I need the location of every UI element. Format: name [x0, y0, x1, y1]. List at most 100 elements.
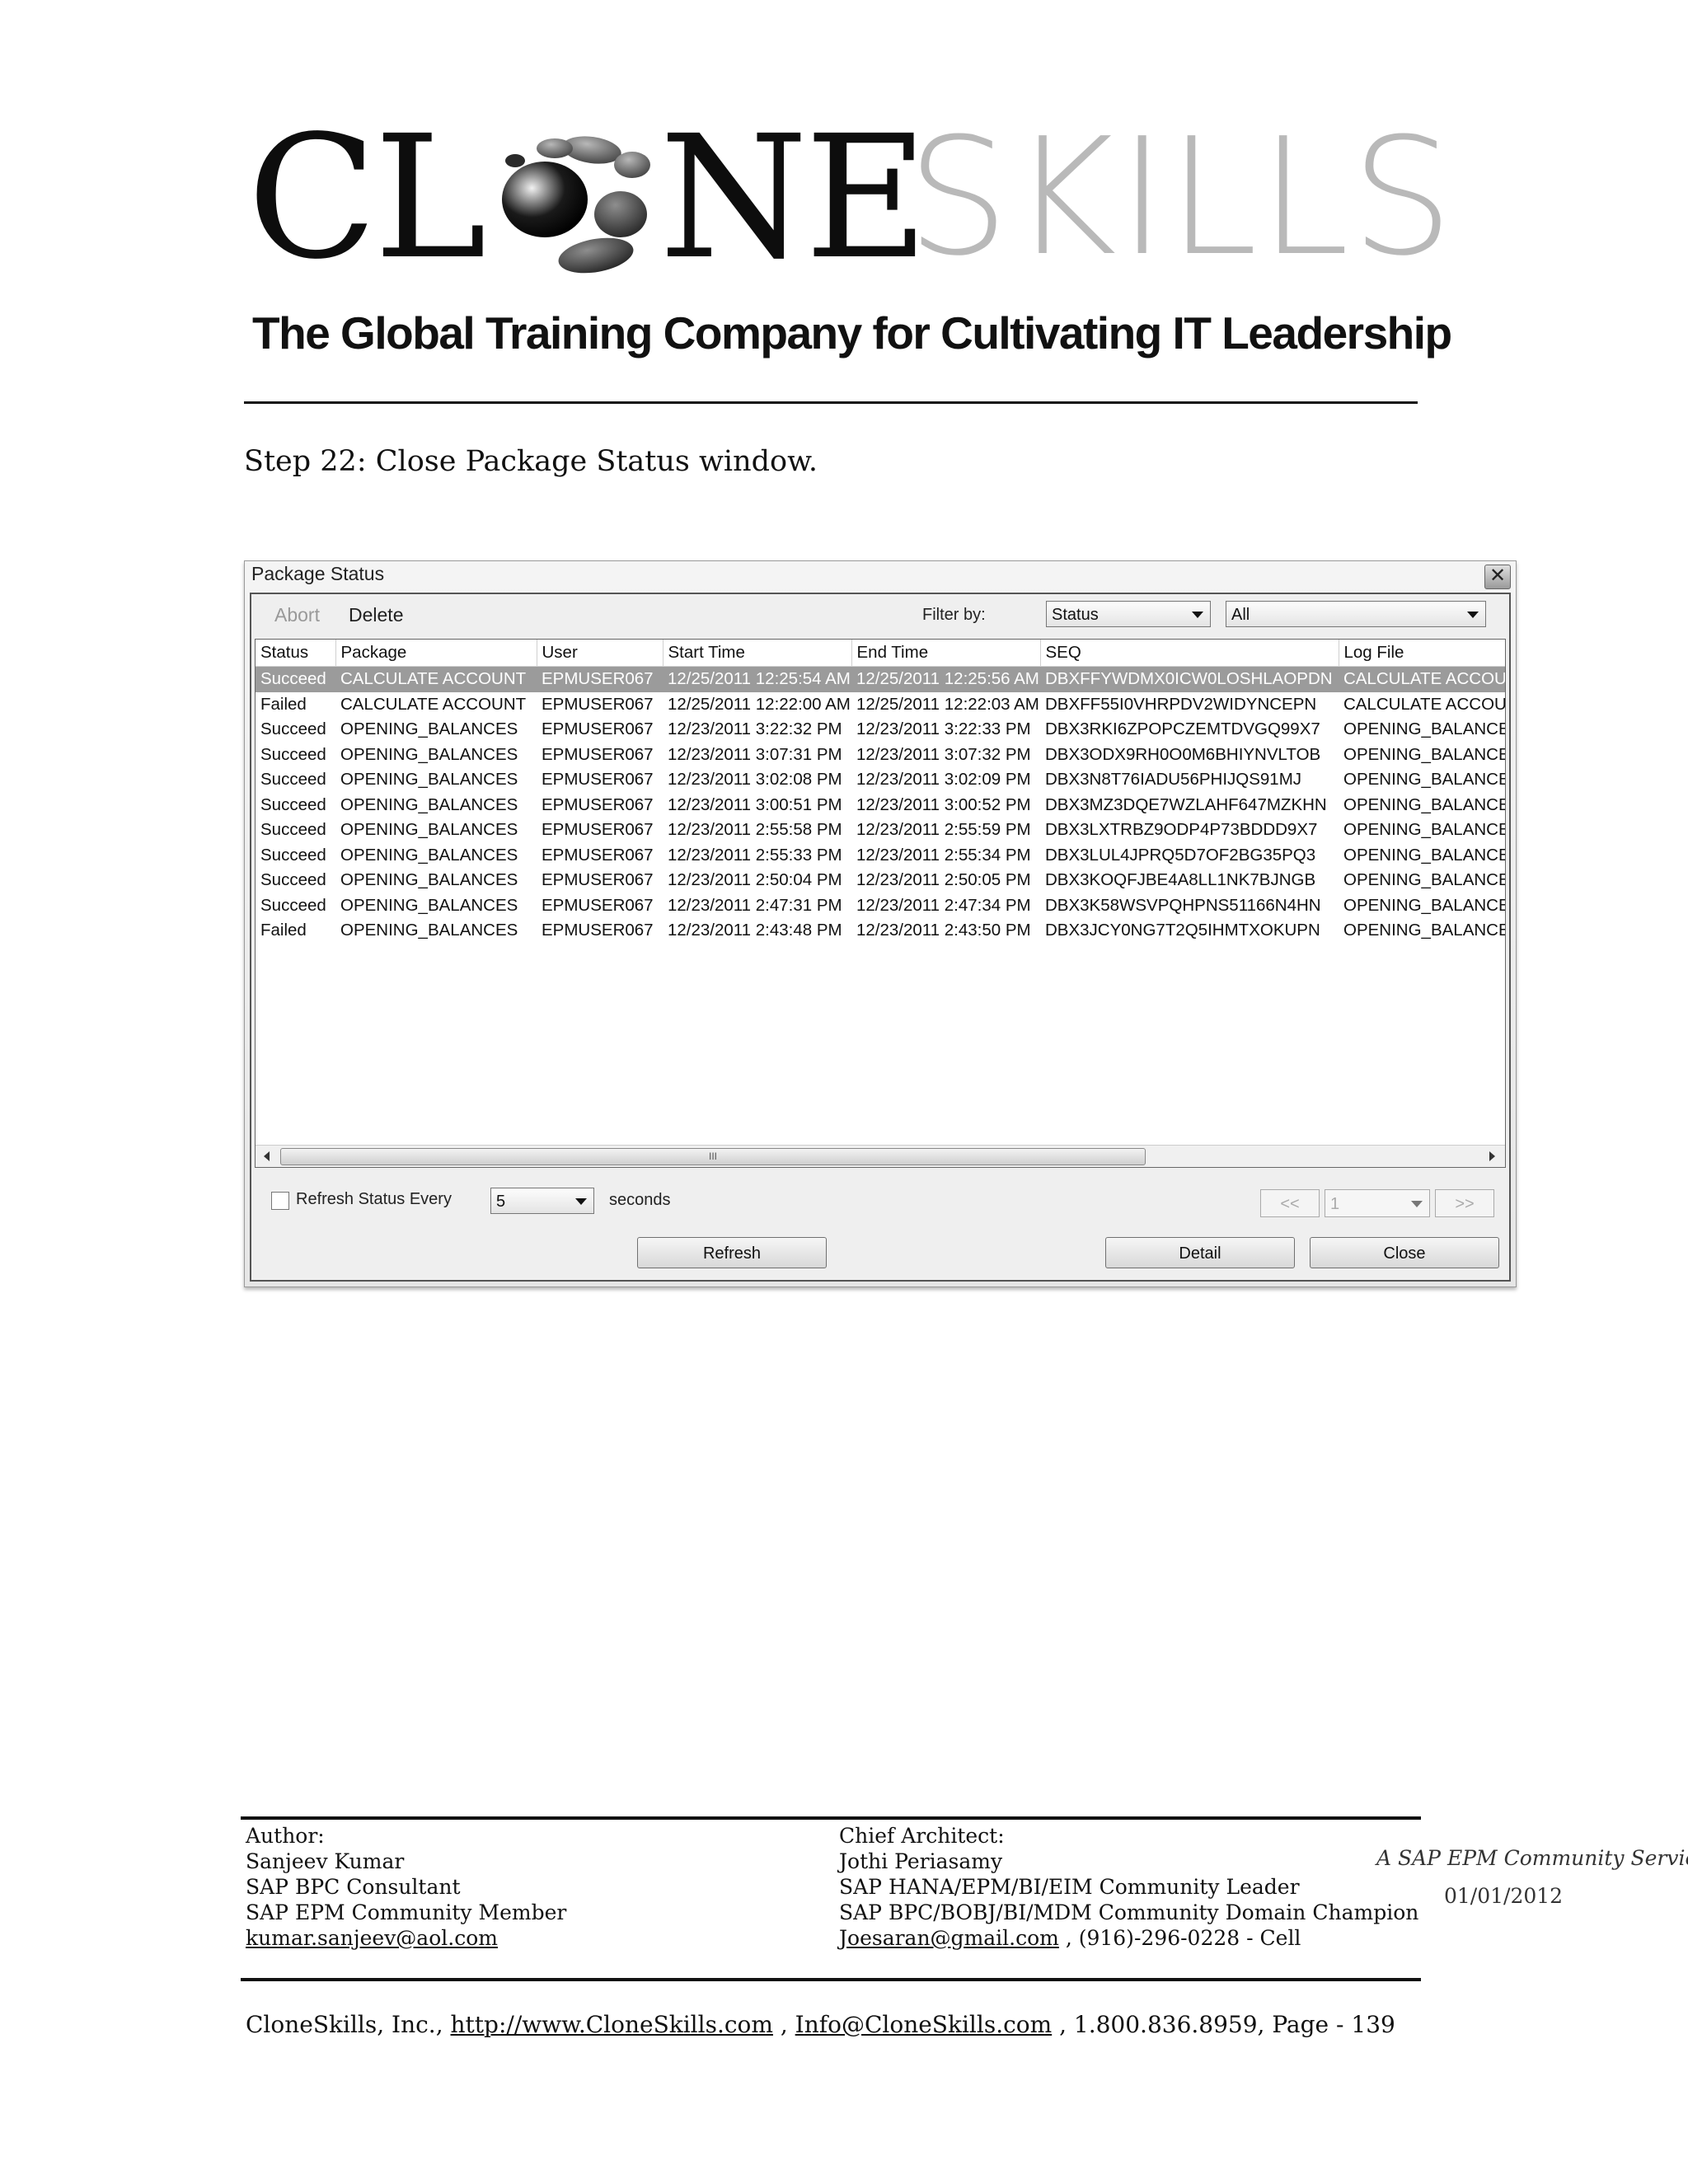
- previous-page-button[interactable]: <<: [1260, 1189, 1320, 1217]
- cell-package: OPENING_BALANCES: [340, 895, 518, 915]
- cell-start-time: 12/23/2011 2:43:48 PM: [668, 921, 842, 940]
- author-email-link[interactable]: kumar.sanjeev@aol.com: [246, 1926, 498, 1950]
- cell-user: EPMUSER067: [542, 719, 654, 739]
- column-header-start-time[interactable]: Start Time: [663, 640, 852, 667]
- architect-heading: Chief Architect:: [839, 1824, 1005, 1848]
- chevron-down-icon: [1411, 1201, 1423, 1207]
- table-row[interactable]: Succeed OPENING_BALANCES EPMUSER067 12/23/2…: [256, 893, 1505, 919]
- info-email-link[interactable]: Info@CloneSkills.com: [795, 2011, 1053, 2038]
- table-row[interactable]: Succeed OPENING_BALANCES EPMUSER067 12/23/2…: [256, 767, 1506, 793]
- cell-log-file: OPENING_BALANCES: [1343, 820, 1506, 840]
- cell-user: EPMUSER067: [542, 770, 654, 790]
- architect-role: SAP HANA/EPM/BI/EIM Community Leader: [839, 1875, 1300, 1899]
- cell-status: Succeed: [256, 666, 335, 692]
- cell-log-file: OPENING_BALANCES: [1343, 870, 1506, 890]
- cell-user: EPMUSER067: [542, 694, 654, 714]
- cell-seq: DBX3K58WSVPQHPNS51166N4HN: [1045, 895, 1321, 915]
- cell-package: OPENING_BALANCES: [340, 794, 518, 814]
- cell-status: Succeed: [260, 845, 326, 865]
- cell-user: EPMUSER067: [537, 666, 663, 692]
- close-button[interactable]: Close: [1310, 1237, 1499, 1268]
- column-header-seq[interactable]: SEQ: [1040, 640, 1339, 667]
- table-row[interactable]: Failed CALCULATE ACCOUNT EPMUSER067 12/25/2…: [256, 692, 1506, 718]
- cell-log-file: OPENING_BALANCES: [1343, 719, 1506, 739]
- refresh-status-checkbox[interactable]: [271, 1192, 289, 1210]
- architect-name: Jothi Periasamy: [839, 1849, 1003, 1873]
- cell-log-file: OPENING_BALANCES: [1343, 921, 1506, 940]
- table-row[interactable]: Failed OPENING_BALANCES EPMUSER067 12/23/20…: [256, 918, 1506, 944]
- abort-button[interactable]: Abort: [274, 604, 320, 626]
- cell-log-file: OPENING_BALANCES: [1343, 770, 1506, 790]
- cell-end-time: 12/25/2011 12:22:03 AM: [856, 694, 1039, 714]
- refresh-interval-select[interactable]: 5: [490, 1188, 594, 1214]
- delete-button[interactable]: Delete: [349, 604, 403, 626]
- author-membership: SAP EPM Community Member: [246, 1900, 567, 1924]
- table-row[interactable]: Succeed OPENING_BALANCES EPMUSER067 12/23/2…: [256, 868, 1506, 893]
- horizontal-scrollbar[interactable]: III: [256, 1145, 1505, 1167]
- architect-block: Chief Architect: Jothi Periasamy SAP HAN…: [839, 1823, 1418, 1951]
- cell-seq: DBXFFYWDMX0ICW0LOSHLAOPDN: [1040, 666, 1339, 692]
- cell-user: EPMUSER067: [542, 895, 654, 915]
- refresh-button[interactable]: Refresh: [637, 1237, 827, 1268]
- filter-value-select[interactable]: All: [1226, 601, 1486, 627]
- cell-seq: DBX3MZ3DQE7WZLAHF647MZKHN: [1045, 794, 1327, 814]
- cell-status: Failed: [260, 921, 307, 940]
- scroll-left-icon[interactable]: [264, 1151, 270, 1161]
- cell-start-time: 12/23/2011 2:47:31 PM: [668, 895, 842, 915]
- table-row[interactable]: Succeed OPENING_BALANCES EPMUSER067 12/23/2…: [256, 793, 1505, 818]
- step-instruction: Step 22: Close Package Status window.: [244, 445, 818, 478]
- chevron-down-icon: [575, 1198, 587, 1205]
- table-header-row: Status Package User Start Time End Time …: [256, 640, 1505, 667]
- filter-field-select[interactable]: Status: [1046, 601, 1211, 627]
- column-header-user[interactable]: User: [537, 640, 663, 667]
- cell-status: Succeed: [260, 820, 326, 840]
- table-row[interactable]: Succeed CALCULATE ACCOUNT EPMUSER067 12/25/…: [256, 666, 1505, 692]
- next-page-button[interactable]: >>: [1435, 1189, 1494, 1217]
- document-date: 01/01/2012: [1444, 1884, 1564, 1908]
- scroll-right-icon[interactable]: [1489, 1151, 1495, 1161]
- footer-divider-bottom: [241, 1978, 1421, 1981]
- cell-status: Succeed: [260, 895, 326, 915]
- company-name: CloneSkills, Inc.,: [246, 2011, 451, 2038]
- column-header-package[interactable]: Package: [335, 640, 537, 667]
- refresh-interval-value: 5: [496, 1193, 506, 1211]
- table-row[interactable]: Succeed OPENING_BALANCES EPMUSER067 12/23/2…: [256, 818, 1506, 843]
- table-row[interactable]: Succeed OPENING_BALANCES EPMUSER067 12/23/2…: [256, 843, 1506, 869]
- cell-log-file: OPENING_BALANCES: [1343, 845, 1506, 865]
- table-row[interactable]: Succeed OPENING_BALANCES EPMUSER067 12/23/2…: [256, 743, 1506, 768]
- refresh-status-label: Refresh Status Every: [296, 1190, 452, 1208]
- column-header-log-file[interactable]: Log File: [1339, 640, 1505, 667]
- detail-button[interactable]: Detail: [1105, 1237, 1295, 1268]
- logo-text-ne: NE: [659, 99, 929, 297]
- window-title: Package Status: [251, 563, 385, 584]
- cell-user: EPMUSER067: [542, 744, 654, 764]
- cell-end-time: 12/23/2011 3:07:32 PM: [856, 744, 1031, 764]
- window-body: Abort Delete Filter by: Status All Statu…: [250, 593, 1511, 1282]
- cell-end-time: 12/23/2011 3:00:52 PM: [856, 794, 1031, 814]
- cell-end-time: 12/23/2011 2:43:50 PM: [856, 921, 1031, 940]
- filter-value-text: All: [1231, 606, 1250, 624]
- cell-user: EPMUSER067: [542, 921, 654, 940]
- author-role: SAP BPC Consultant: [246, 1875, 461, 1899]
- column-header-status[interactable]: Status: [256, 640, 336, 667]
- column-header-end-time[interactable]: End Time: [851, 640, 1041, 667]
- cell-end-time: 12/25/2011 12:25:56 AM: [851, 666, 1040, 692]
- website-link[interactable]: http://www.CloneSkills.com: [451, 2011, 773, 2038]
- cell-package: OPENING_BALANCES: [340, 845, 518, 865]
- cell-seq: DBX3N8T76IADU56PHIJQS91MJ: [1045, 770, 1302, 790]
- cell-start-time: 12/23/2011 3:02:08 PM: [668, 770, 842, 790]
- author-block: Author: Sanjeev Kumar SAP BPC Consultant…: [246, 1823, 566, 1951]
- cell-status: Succeed: [260, 719, 326, 739]
- architect-email-link[interactable]: Joesaran@gmail.com: [839, 1926, 1059, 1950]
- cell-start-time: 12/23/2011 3:22:32 PM: [668, 719, 842, 739]
- page-number-select[interactable]: 1: [1325, 1189, 1430, 1217]
- table-row[interactable]: Succeed OPENING_BALANCES EPMUSER067 12/23/2…: [256, 717, 1506, 743]
- cell-status: Succeed: [260, 794, 326, 814]
- scrollbar-thumb[interactable]: III: [280, 1148, 1146, 1165]
- window-close-icon[interactable]: ✕: [1484, 565, 1511, 589]
- architect-phone: , (916)-296-0228 - Cell: [1058, 1926, 1301, 1950]
- package-status-window: Package Status ✕ Abort Delete Filter by:…: [244, 560, 1517, 1287]
- phone-and-page: , 1.800.836.8959, Page - 139: [1052, 2011, 1395, 2038]
- cell-log-file: CALCULATE ACCOUNT: [1343, 694, 1506, 714]
- cell-log-file: OPENING_BALANCES: [1343, 744, 1506, 764]
